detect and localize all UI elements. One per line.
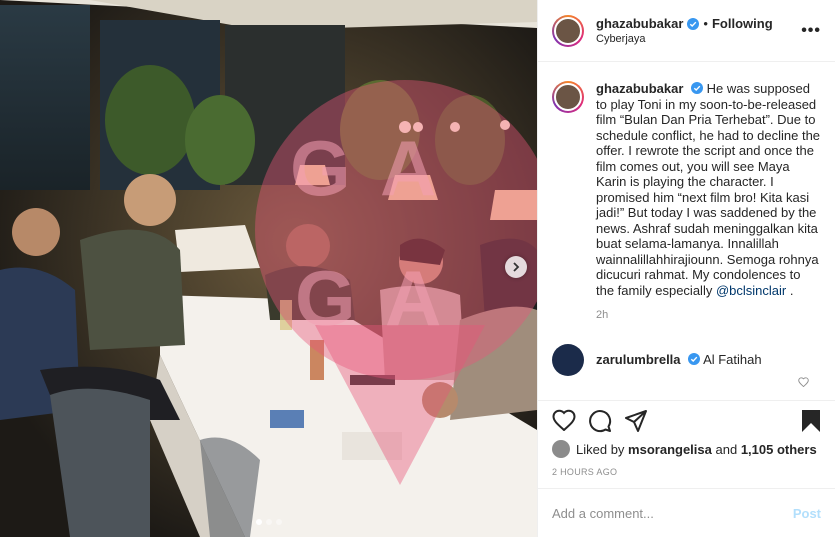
next-arrow-icon — [513, 262, 520, 272]
more-options-icon[interactable]: ••• — [801, 22, 821, 40]
author-avatar[interactable] — [552, 14, 584, 47]
post-caption: ghazabubakar He was supposed to play Ton… — [552, 81, 821, 324]
comment-input[interactable] — [552, 505, 793, 521]
post-comment-button[interactable]: Post — [793, 506, 821, 521]
heart-icon[interactable] — [552, 409, 576, 431]
comment-item: zarulumbrella Al Fatihah — [552, 343, 821, 376]
verified-badge-icon — [691, 82, 704, 94]
carousel-dots — [0, 519, 537, 525]
post-location[interactable]: Cyberjaya — [596, 33, 773, 45]
post-header: ghazabubakar • Following Cyberjaya ••• — [538, 0, 835, 62]
action-bar — [538, 400, 835, 440]
like-comment-icon[interactable] — [798, 377, 809, 387]
next-slide-button[interactable] — [505, 256, 527, 278]
commenter-avatar[interactable] — [552, 343, 584, 376]
carousel-dot — [275, 519, 282, 525]
carousel-dot-active — [255, 519, 262, 525]
instagram-post: G A G A ghazabubakar • Following Cyberja… — [0, 0, 835, 537]
following-button[interactable]: Following — [712, 16, 773, 31]
add-comment-bar: Post — [538, 488, 835, 537]
bookmark-icon[interactable] — [801, 409, 821, 433]
liker-username[interactable]: msorangelisa — [628, 442, 712, 457]
carousel-dot — [265, 519, 272, 525]
comment-icon[interactable] — [588, 409, 612, 433]
likes-others-link[interactable]: 1,105 others — [741, 442, 817, 457]
likes-prefix: Liked by — [576, 441, 625, 457]
likes-and: and — [715, 441, 738, 457]
caption-end: . — [786, 282, 794, 298]
caption-time: 2h — [596, 309, 609, 321]
commenter-username[interactable]: zarulumbrella — [596, 352, 681, 367]
comment-text: Al Fatihah — [703, 352, 762, 367]
liker-avatar[interactable] — [552, 440, 570, 458]
comments-section: ghazabubakar He was supposed to play Ton… — [538, 63, 835, 397]
post-photo[interactable]: G A G A — [0, 0, 537, 537]
caption-author-avatar[interactable] — [552, 81, 584, 113]
likes-summary: Liked by msorangelisa and 1,105 others — [552, 440, 817, 458]
verified-badge-icon — [688, 353, 701, 365]
caption-author-username[interactable]: ghazabubakar — [596, 81, 683, 96]
share-icon[interactable] — [624, 409, 648, 433]
caption-text: He was supposed to play Toni in my soon-… — [596, 81, 821, 298]
author-username[interactable]: ghazabubakar — [596, 16, 683, 31]
separator-dot: • — [703, 16, 708, 31]
restaurant-scene-image — [0, 0, 537, 537]
verified-badge-icon — [687, 17, 700, 30]
post-sidebar: ghazabubakar • Following Cyberjaya ••• g… — [537, 0, 835, 537]
caption-mention-link[interactable]: @bclsinclair — [716, 283, 786, 298]
post-timestamp: 2 HOURS AGO — [552, 467, 618, 477]
